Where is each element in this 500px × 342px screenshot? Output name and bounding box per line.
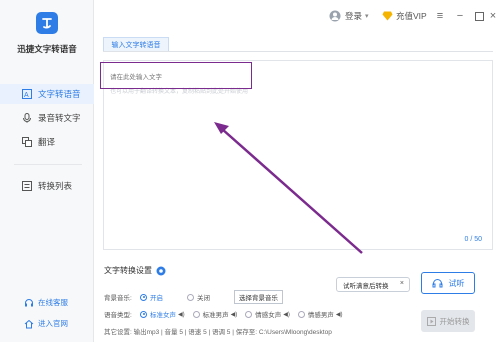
bg-music-on-radio[interactable]: 开启 — [140, 292, 163, 302]
bg-music-row: 背景音乐: 开启 关闭 选择背景音乐 — [104, 290, 283, 304]
headphones-icon — [432, 278, 443, 288]
choose-bg-music-button[interactable]: 选择背景音乐 — [234, 290, 283, 304]
speaker-icon: ◀) — [178, 311, 185, 318]
settings-title: 文字转换设置 — [104, 265, 166, 276]
voice-option-emotional-male[interactable]: 情感男声 ◀) — [297, 309, 343, 319]
listen-button[interactable]: 试听 — [421, 272, 475, 294]
play-icon — [426, 316, 436, 326]
speaker-icon: ◀) — [230, 311, 238, 318]
gear-icon[interactable] — [156, 266, 166, 276]
voice-option-emotional-female[interactable]: 情感女声 ◀) — [245, 309, 290, 319]
listen-tooltip: 试听满意后转换 × — [336, 277, 410, 292]
other-settings[interactable]: 其它设置: 输出mp3 | 音量 5 | 语速 5 | 语调 5 | 保存至: … — [104, 326, 332, 336]
voice-type-row: 语音类型: 标准女声 ◀) 标准男声 ◀) 情感女声 ◀) 情感男声 ◀) — [104, 309, 351, 319]
bg-music-off-radio[interactable]: 关闭 — [187, 292, 210, 302]
speaker-icon: ◀) — [335, 311, 343, 318]
speaker-icon: ◀) — [283, 311, 290, 318]
close-tooltip-icon[interactable]: × — [400, 280, 404, 287]
start-convert-button[interactable]: 开始转换 — [421, 310, 475, 332]
voice-option-standard-male[interactable]: 标准男声 ◀) — [192, 309, 238, 319]
voice-option-standard-female[interactable]: 标准女声 ◀) — [140, 309, 185, 319]
